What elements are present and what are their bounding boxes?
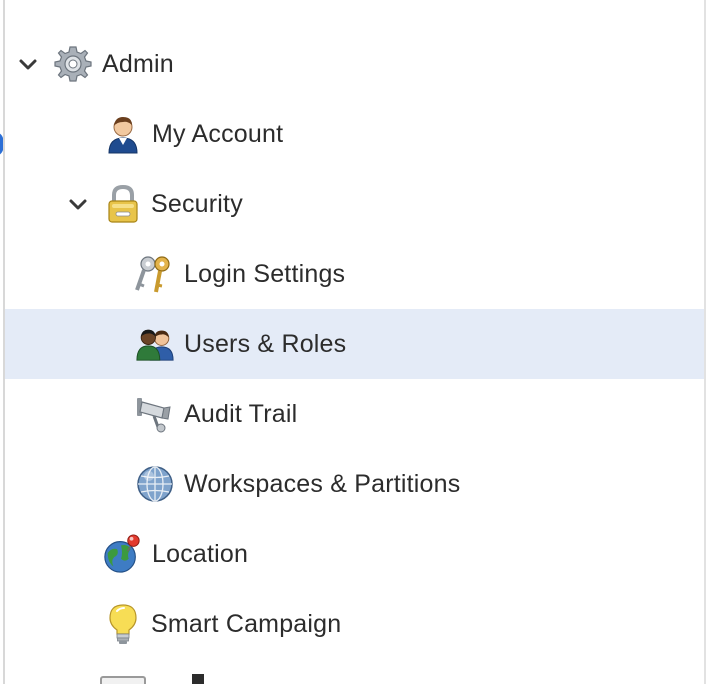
keys-icon [134, 254, 174, 294]
admin-tree: Admin My Account Security Login Settings… [5, 29, 704, 659]
globe-pin-icon [102, 534, 142, 574]
tree-item-smart-campaign[interactable]: Smart Campaign [5, 589, 704, 659]
gear-icon [53, 44, 93, 84]
user-icon [103, 114, 143, 154]
lightbulb-icon [103, 604, 143, 644]
next-item-icon [100, 676, 146, 684]
camera-icon [134, 394, 174, 434]
tree-item-label: My Account [152, 119, 284, 148]
tree-item-label: Audit Trail [184, 399, 298, 428]
chevron-down-icon[interactable] [15, 51, 41, 77]
tree-item-login-settings[interactable]: Login Settings [5, 239, 704, 309]
tree-item-workspaces-partitions[interactable]: Workspaces & Partitions [5, 449, 704, 519]
users-icon [135, 324, 175, 364]
next-item-label-clipped [152, 674, 242, 684]
tree-item-label: Security [151, 189, 243, 218]
tree-item-label: Smart Campaign [151, 609, 342, 638]
tree-item-location[interactable]: Location [5, 519, 704, 589]
admin-navigation-panel: Admin My Account Security Login Settings… [0, 0, 710, 684]
tree-item-label: Login Settings [184, 259, 346, 288]
tree-item-security[interactable]: Security [5, 169, 704, 239]
tree-item-label: Location [152, 539, 249, 568]
tree-item-my-account[interactable]: My Account [5, 99, 704, 169]
chevron-down-icon[interactable] [65, 191, 91, 217]
tree-item-label: Users & Roles [184, 329, 347, 358]
tree-item-admin[interactable]: Admin [5, 29, 704, 99]
tree-item-audit-trail[interactable]: Audit Trail [5, 379, 704, 449]
lock-icon [103, 184, 143, 224]
tree-item-label: Workspaces & Partitions [184, 469, 461, 498]
tree-item-users-roles[interactable]: Users & Roles [5, 309, 704, 379]
globe-grid-icon [135, 464, 175, 504]
panel-right-border [704, 0, 706, 684]
tree-item-label: Admin [102, 49, 174, 78]
